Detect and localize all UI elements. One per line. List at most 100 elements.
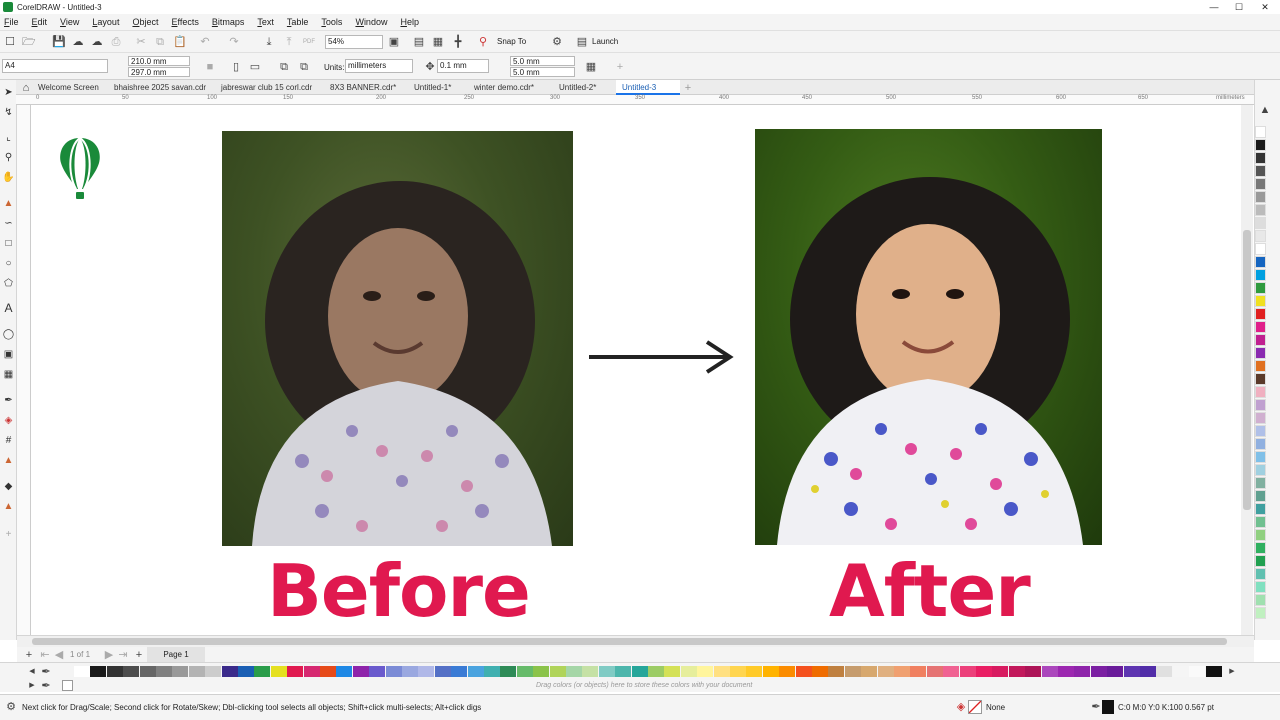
minimize-button[interactable]: — [1203, 0, 1225, 14]
first-page-icon[interactable]: ⇤ [39, 649, 51, 661]
vertical-scroll-thumb[interactable] [1243, 230, 1251, 510]
side-palette-swatch[interactable] [1255, 438, 1266, 450]
palette-swatch[interactable] [533, 666, 550, 677]
palette-swatch[interactable] [697, 666, 714, 677]
palette-swatch[interactable] [1107, 666, 1124, 677]
palette-swatch[interactable] [320, 666, 336, 677]
page-height-field[interactable]: 297.0 mm [128, 67, 190, 77]
drawing-canvas[interactable]: Before After [31, 105, 1254, 635]
landscape-icon[interactable]: ▭ [249, 61, 261, 73]
launch-dropdown[interactable]: Launch [592, 37, 618, 46]
palette-swatch[interactable] [500, 666, 517, 677]
palette-scroll-left-icon[interactable]: ◀ [26, 666, 38, 678]
eyedropper-tool-icon[interactable]: ✒ [2, 394, 15, 407]
add-page-icon[interactable]: + [23, 649, 35, 661]
document-palette-eyedropper-icon[interactable]: ✒ [40, 680, 52, 692]
palette-swatch[interactable] [615, 666, 632, 677]
print-icon[interactable]: ⎙ [110, 36, 122, 48]
side-palette-swatch[interactable] [1255, 243, 1266, 255]
smart-fill-tool-icon[interactable]: ▲ [2, 454, 15, 467]
palette-swatch[interactable] [828, 666, 845, 677]
menu-view[interactable]: View [60, 17, 79, 27]
show-guidelines-icon[interactable]: ╋ [452, 36, 464, 48]
palette-swatch[interactable] [352, 666, 369, 677]
palette-swatch[interactable] [680, 666, 697, 677]
palette-swatch[interactable] [484, 666, 500, 677]
import-icon[interactable]: ⤓ [263, 36, 275, 48]
side-palette-swatch[interactable] [1255, 269, 1266, 281]
palette-swatch[interactable] [1156, 666, 1173, 677]
palette-swatch[interactable] [861, 666, 878, 677]
home-icon[interactable]: ⌂ [20, 82, 32, 94]
zoom-level-field[interactable]: 54% [325, 35, 383, 49]
palette-swatch[interactable] [303, 666, 320, 677]
palette-swatch[interactable] [992, 666, 1009, 677]
side-palette-swatch[interactable] [1255, 451, 1266, 463]
menu-bitmaps[interactable]: Bitmaps [212, 17, 245, 27]
palette-swatch[interactable] [1025, 666, 1042, 677]
side-palette-swatch[interactable] [1255, 581, 1266, 593]
palette-swatch[interactable] [910, 666, 927, 677]
pdf-export-icon[interactable]: PDF [303, 36, 315, 48]
shape-tool-icon[interactable]: ↯ [2, 106, 15, 119]
palette-swatch[interactable] [139, 666, 156, 677]
menu-table[interactable]: Table [287, 17, 309, 27]
palette-swatch[interactable] [1123, 666, 1140, 677]
tab-bhaishree[interactable]: bhaishree 2025 savan.cdr [108, 80, 212, 95]
palette-eyedropper-icon[interactable]: ✒ [40, 666, 52, 678]
all-pages-icon[interactable]: ■ [204, 61, 216, 73]
zoom-tool-icon[interactable]: ⚲ [2, 151, 15, 164]
previous-page-icon[interactable]: ◀ [53, 649, 65, 661]
zoom-to-page-icon[interactable]: ▣ [388, 36, 400, 48]
all-pages-layout-icon[interactable]: ⧉ [278, 61, 290, 73]
close-button[interactable]: ✕ [1254, 0, 1276, 14]
cloud-upload-icon[interactable]: ☁ [72, 36, 84, 48]
palette-swatch[interactable] [156, 666, 172, 677]
treat-as-filled-icon[interactable]: ▦ [585, 61, 597, 73]
cloud-sync-icon[interactable]: ☁ [91, 36, 103, 48]
side-palette-swatch[interactable] [1255, 373, 1266, 385]
palette-swatch[interactable] [795, 666, 812, 677]
palette-swatch[interactable] [713, 666, 730, 677]
horizontal-scrollbar[interactable] [17, 635, 1254, 647]
menu-window[interactable]: Window [355, 17, 387, 27]
vertical-ruler[interactable] [17, 105, 31, 635]
palette-swatch[interactable] [287, 666, 304, 677]
tab-untitled-1[interactable]: Untitled-1* [408, 80, 457, 95]
palette-swatch[interactable] [926, 666, 943, 677]
side-palette-swatch[interactable] [1255, 126, 1266, 138]
connector-tool-icon[interactable]: ▲ [2, 500, 15, 513]
show-grid-icon[interactable]: ▦ [432, 36, 444, 48]
side-palette-swatch[interactable] [1255, 386, 1266, 398]
palette-swatch[interactable] [369, 666, 386, 677]
palette-swatch[interactable] [1041, 666, 1058, 677]
palette-swatch[interactable] [385, 666, 402, 677]
palette-swatch[interactable] [221, 666, 238, 677]
palette-swatch[interactable] [172, 666, 189, 677]
palette-swatch[interactable] [844, 666, 861, 677]
palette-swatch[interactable] [566, 666, 582, 677]
maximize-button[interactable]: ☐ [1228, 0, 1250, 14]
tab-8x3-banner[interactable]: 8X3 BANNER.cdr* [324, 80, 402, 95]
redo-icon[interactable]: ↷ [228, 36, 240, 48]
before-heading[interactable]: Before [267, 549, 531, 633]
crop-tool-icon[interactable]: ⌞ [2, 131, 15, 144]
side-palette-swatch[interactable] [1255, 230, 1266, 242]
text-tool-icon[interactable]: A [2, 302, 15, 315]
next-page-icon[interactable]: ▶ [103, 649, 115, 661]
launch-icon[interactable]: ▤ [576, 36, 588, 48]
palette-swatch[interactable] [549, 666, 566, 677]
scroll-up-icon[interactable]: ▲ [1259, 104, 1271, 116]
side-palette-swatch[interactable] [1255, 282, 1266, 294]
menu-object[interactable]: Object [132, 17, 158, 27]
side-palette-swatch[interactable] [1255, 399, 1266, 411]
side-palette-swatch[interactable] [1255, 503, 1266, 515]
palette-swatch[interactable] [1140, 666, 1156, 677]
palette-swatch[interactable] [1090, 666, 1107, 677]
open-folder-icon[interactable]: 🗁 [22, 36, 36, 48]
palette-swatch[interactable] [730, 666, 746, 677]
side-palette-swatch[interactable] [1255, 477, 1266, 489]
palette-swatch[interactable] [254, 666, 271, 677]
tab-untitled-3[interactable]: Untitled-3 [616, 80, 680, 95]
undo-icon[interactable]: ↶ [199, 36, 211, 48]
